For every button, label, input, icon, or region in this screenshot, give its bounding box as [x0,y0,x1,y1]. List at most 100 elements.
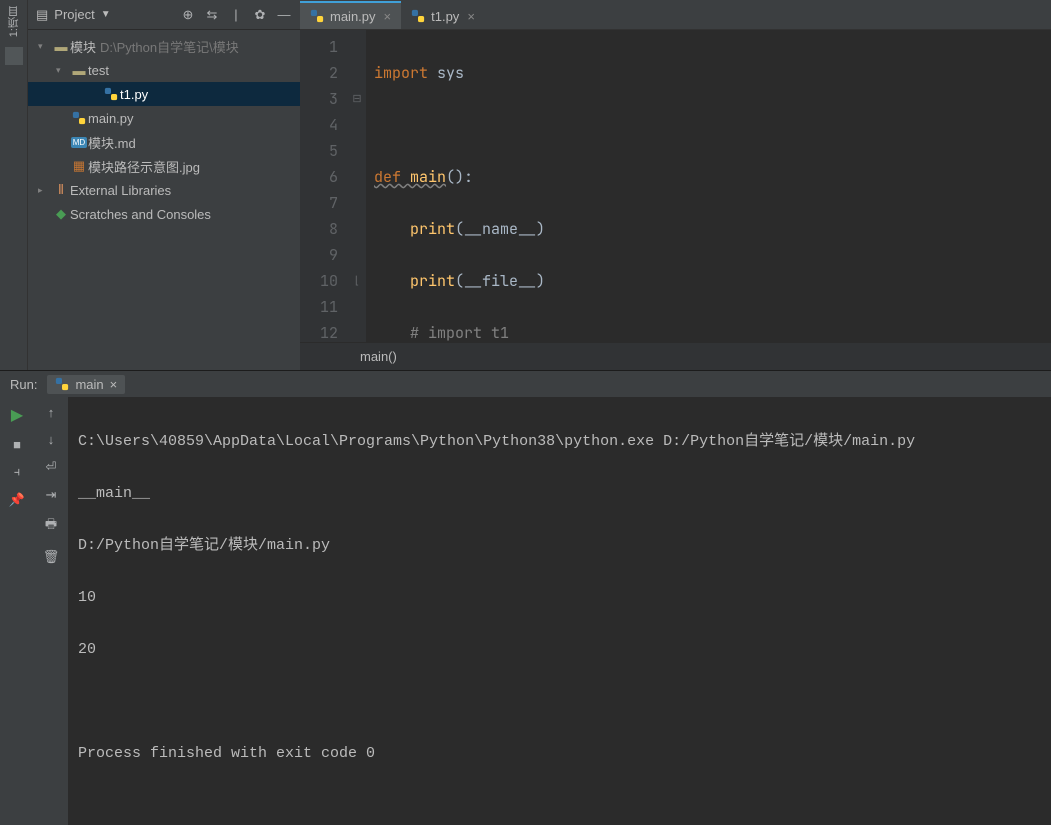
project-toolbar: ▤ Project ▼ ⊕ ⇆ | ✿ — [28,0,300,30]
run-toolbar-right: ↑ ↓ ⏎ ⇥ 🖶 🗑 [34,397,68,825]
line-number[interactable]: 8 [300,216,338,242]
project-toolwindow-label[interactable]: 1:项目 [6,6,22,37]
chevron-down-icon: ▼ [101,9,111,20]
python-file-icon [310,9,324,23]
tree-file-label: main.py [88,111,134,126]
console-line: 20 [78,637,1041,663]
line-number[interactable]: 1 [300,34,338,60]
structure-toolwindow-icon[interactable] [5,47,23,65]
console-line: 10 [78,585,1041,611]
close-icon[interactable]: × [110,377,118,392]
run-header: Run: main × [0,371,1051,397]
console-line: __main__ [78,481,1041,507]
python-file-icon [55,377,69,391]
tree-file-md[interactable]: MD 模块.md [28,130,300,154]
tree-root[interactable]: ▾ ▬ 模块 D:\Python自学笔记\模块 [28,34,300,58]
line-number[interactable]: 7 [300,190,338,216]
gear-icon[interactable]: ✿ [252,7,268,23]
locate-icon[interactable]: ⊕ [180,7,196,23]
folder-icon: ▬ [52,39,70,54]
python-file-icon [70,111,88,125]
tree-folder-label: test [88,63,109,78]
tree-external-label: External Libraries [70,183,171,198]
pin-button[interactable]: 📌 [9,492,25,508]
line-number[interactable]: 10 [300,268,338,294]
line-gutter[interactable]: 1 2 3 4 5 6 7 8 9 10 11 12 [300,30,348,342]
print-icon[interactable]: 🖶 [45,515,57,537]
editor-area: main.py × t1.py × 1 2 3 4 5 6 7 8 9 10 1 [300,0,1051,370]
stop-button[interactable]: ■ [13,437,21,452]
tree-root-label: 模块 [70,37,96,56]
python-file-icon [411,9,425,23]
line-number[interactable]: 9 [300,242,338,268]
run-tab[interactable]: main × [47,375,125,394]
scroll-to-end-icon[interactable]: ⇥ [46,487,57,503]
tree-file-t1[interactable]: t1.py [28,82,300,106]
tree-file-img[interactable]: ▦ 模块路径示意图.jpg [28,154,300,178]
line-number[interactable]: 11 [300,294,338,320]
trash-icon[interactable]: 🗑 [43,549,60,565]
code-content[interactable]: import sys def main(): print(__name__) p… [366,30,1051,342]
console-line: C:\Users\40859\AppData\Local\Programs\Py… [78,429,1041,455]
scratches-icon: ◆ [52,206,70,222]
divider: | [228,7,244,22]
project-view-selector[interactable]: ▤ Project ▼ [36,7,111,23]
tree-root-path: D:\Python自学笔记\模块 [100,37,239,56]
line-number[interactable]: 2 [300,60,338,86]
tree-file-label: 模块路径示意图.jpg [88,157,200,176]
console-line: Process finished with exit code 0 [78,741,1041,767]
chevron-right-icon[interactable]: ▸ [38,185,50,196]
libraries-icon: ⫴ [52,182,70,198]
chevron-down-icon[interactable]: ▾ [56,65,68,76]
project-panel: ▤ Project ▼ ⊕ ⇆ | ✿ — ▾ ▬ 模块 D:\Python自学… [28,0,300,370]
tree-folder-test[interactable]: ▾ ▬ test [28,58,300,82]
console-line: D:/Python自学笔记/模块/main.py [78,533,1041,559]
markdown-file-icon: MD [70,137,88,148]
python-file-icon [102,87,120,101]
console-line [78,689,1041,715]
fold-end-icon[interactable]: ⌊ [348,268,366,294]
line-number[interactable]: 4 [300,112,338,138]
down-icon[interactable]: ↓ [48,432,55,447]
line-number[interactable]: 5 [300,138,338,164]
tree-file-label: 模块.md [88,133,136,152]
chevron-down-icon[interactable]: ▾ [38,41,50,52]
fold-gutter[interactable]: ⊟ ⌊ [348,30,366,342]
folder-icon: ▬ [70,63,88,78]
tab-label: main.py [330,9,376,24]
breadcrumb-item[interactable]: main() [360,349,397,364]
close-icon[interactable]: × [467,9,475,24]
collapse-all-icon[interactable]: ⇆ [204,7,220,23]
up-icon[interactable]: ↑ [48,405,55,420]
soft-wrap-icon[interactable]: ⏎ [46,459,57,475]
console-output[interactable]: C:\Users\40859\AppData\Local\Programs\Py… [68,397,1051,825]
image-file-icon: ▦ [70,158,88,174]
editor-tabs: main.py × t1.py × [300,0,1051,30]
hide-icon[interactable]: — [276,7,292,22]
tab-t1[interactable]: t1.py × [401,1,485,29]
run-tab-label: main [75,377,103,392]
tree-scratches-label: Scratches and Consoles [70,207,211,222]
line-number[interactable]: 3 [300,86,338,112]
tree-external-libraries[interactable]: ▸ ⫴ External Libraries [28,178,300,202]
layout-button[interactable]: ⫞ [14,464,21,480]
line-number[interactable]: 12 [300,320,338,342]
run-panel: Run: main × ▶ ■ ⫞ 📌 ↑ ↓ ⏎ ⇥ 🖶 🗑 C:\Users… [0,370,1051,825]
project-tree[interactable]: ▾ ▬ 模块 D:\Python自学笔记\模块 ▾ ▬ test t1.py [28,30,300,370]
tab-main[interactable]: main.py × [300,1,401,29]
tree-scratches[interactable]: ◆ Scratches and Consoles [28,202,300,226]
project-view-label: Project [54,7,94,22]
close-icon[interactable]: × [384,9,392,24]
tab-label: t1.py [431,9,459,24]
fold-marker-icon[interactable]: ⊟ [348,86,366,112]
run-label: Run: [10,377,37,392]
folder-icon: ▤ [36,7,48,23]
code-editor[interactable]: 1 2 3 4 5 6 7 8 9 10 11 12 ⊟ ⌊ import sy… [300,30,1051,342]
tree-file-label: t1.py [120,87,148,102]
rerun-button[interactable]: ▶ [11,405,23,425]
run-toolbar-left: ▶ ■ ⫞ 📌 [0,397,34,825]
tree-file-main[interactable]: main.py [28,106,300,130]
toolwindow-stripe[interactable]: 1:项目 [0,0,28,370]
breadcrumb[interactable]: main() [300,342,1051,370]
line-number[interactable]: 6 [300,164,338,190]
